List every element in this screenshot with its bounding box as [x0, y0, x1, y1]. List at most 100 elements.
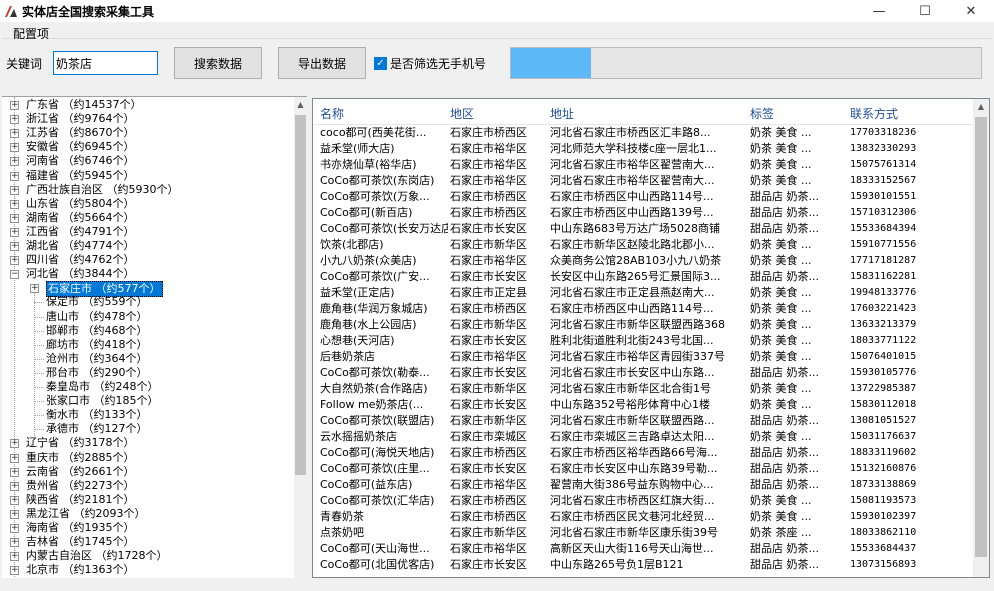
cell-region: 石家庄市桥西区 [450, 446, 527, 459]
expand-icon[interactable]: + [10, 199, 19, 209]
list-scroll-up-icon[interactable]: ▲ [973, 99, 989, 115]
results-list[interactable]: 名称 地区 地址 标签 联系方式 ▲ coco都可(西美花街... 石家庄市桥西区 河北省石… [312, 98, 990, 578]
cell-region: 石家庄市裕华区 [450, 174, 527, 187]
table-row[interactable]: 小九八奶茶(众美店) 石家庄市裕华区 众美商务公馆28AB103小九八奶茶 奶茶 美食… [313, 253, 973, 269]
filter-no-phone-checkbox[interactable]: ✓ 是否筛选无手机号 [374, 55, 486, 72]
checkbox-checked-icon[interactable]: ✓ [374, 57, 387, 70]
table-row[interactable]: 益禾堂(师大店) 石家庄市裕华区 河北师范大学科技楼c座一层北1... 奶茶 美食 .… [313, 141, 973, 157]
list-scrollbar[interactable]: ▲ [973, 99, 989, 577]
cell-name: CoCo都可茶饮(勒泰... [320, 366, 430, 379]
expand-icon[interactable]: + [10, 439, 19, 449]
cell-region: 石家庄市新华区 [450, 382, 527, 395]
table-row[interactable]: CoCo都可茶饮(万象... 石家庄市桥西区 石家庄市桥西区中山西路114号... 甜… [313, 189, 973, 205]
table-row[interactable]: CoCo都可(北国优客店) 石家庄市长安区 中山东路265号负1层B121 甜品店 奶… [313, 557, 973, 573]
table-row[interactable]: CoCo都可(益东店) 石家庄市裕华区 翟营南大街386号益东购物中心... 甜品店 … [313, 477, 973, 493]
table-row[interactable]: 点茶奶吧 石家庄市新华区 河北省石家庄市新华区康乐街39号 奶茶 茶座 ... 1803… [313, 525, 973, 541]
expand-icon[interactable]: + [10, 143, 19, 153]
expand-icon[interactable]: + [10, 242, 19, 251]
tree-connector [34, 316, 44, 318]
scroll-up-icon[interactable]: ▲ [294, 97, 307, 113]
table-row[interactable]: CoCo都可茶饮(勒泰... 石家庄市长安区 河北省石家庄市长安区中山东路... 甜品… [313, 365, 973, 381]
expand-icon[interactable]: + [10, 256, 19, 266]
table-row[interactable]: CoCo都可(新百店) 石家庄市桥西区 石家庄市桥西区中山西路139号... 甜品店 … [313, 205, 973, 221]
table-row[interactable]: Follow me奶茶店(... 石家庄市长安区 中山东路352号裕彤体育中心1楼 奶… [313, 397, 973, 413]
cell-region: 石家庄市裕华区 [450, 254, 527, 267]
cell-name: CoCo都可(天山海世... [320, 542, 430, 555]
cell-name: 饮茶(北郡店) [320, 238, 384, 251]
table-row[interactable]: CoCo都可茶饮(东岗店) 石家庄市裕华区 河北省石家庄市裕华区翟营南大... 奶茶 … [313, 173, 973, 189]
table-row[interactable]: 饮茶(北郡店) 石家庄市新华区 石家庄市新华区赵陵北路北郡小... 奶茶 美食 ...… [313, 237, 973, 253]
keyword-input[interactable] [53, 51, 158, 75]
column-header-region[interactable]: 地区 [450, 105, 474, 122]
expand-icon[interactable]: + [30, 284, 39, 294]
expand-icon[interactable]: + [10, 538, 19, 548]
expand-icon[interactable]: + [10, 213, 19, 223]
cell-tags: 奶茶 美食 ... [750, 510, 812, 523]
expand-icon[interactable]: + [10, 552, 19, 562]
cell-tags: 奶茶 美食 ... [750, 286, 812, 299]
table-row[interactable]: CoCo都可(天山海世... 石家庄市裕华区 高新区天山大街116号天山海世... 甜… [313, 541, 973, 557]
expand-icon[interactable]: + [10, 566, 19, 576]
table-row[interactable]: 鹿角巷(华润万象城店) 石家庄市桥西区 石家庄市桥西区中山西路114号... 奶茶 美… [313, 301, 973, 317]
cell-contact: 19948133776 [850, 287, 917, 298]
table-row[interactable]: CoCo都可茶饮(长安万达店) 石家庄市长安区 中山东路683号万达广场5028商铺… [313, 221, 973, 237]
cell-address: 石家庄市桥西区裕华西路66号海... [550, 446, 718, 459]
minimize-button[interactable]: — [856, 0, 902, 22]
maximize-button[interactable]: ☐ [902, 0, 948, 22]
expand-icon[interactable]: + [10, 481, 19, 491]
cell-address: 中山东路352号裕彤体育中心1楼 [550, 398, 710, 411]
table-row[interactable]: 益禾堂(正定店) 石家庄市正定县 河北省石家庄市正定县燕赵南大... 奶茶 美食 ..… [313, 285, 973, 301]
expand-icon[interactable]: + [10, 171, 19, 181]
cell-region: 石家庄市长安区 [450, 270, 527, 283]
column-header-contact[interactable]: 联系方式 [850, 105, 898, 122]
cell-address: 河北省石家庄市裕华区翟营南大... [550, 158, 715, 171]
expand-icon[interactable]: + [10, 101, 19, 110]
column-header-name[interactable]: 名称 [320, 105, 344, 122]
close-button[interactable]: ✕ [948, 0, 994, 22]
tree-node-label: 贵州省 （约2273个） [26, 478, 135, 492]
table-row[interactable]: CoCo都可茶饮(汇华店) 石家庄市桥西区 河北省石家庄市桥西区红旗大街... 奶茶 … [313, 493, 973, 509]
cell-contact: 15930101551 [850, 191, 917, 202]
cell-name: CoCo都可茶饮(广安... [320, 270, 430, 283]
table-row[interactable]: CoCo都可(海悦天地店) 石家庄市桥西区 石家庄市桥西区裕华西路66号海... 甜品… [313, 445, 973, 461]
table-row[interactable]: 书亦烧仙草(裕华店) 石家庄市裕华区 河北省石家庄市裕华区翟营南大... 奶茶 美食 … [313, 157, 973, 173]
cell-contact: 18033862110 [850, 527, 917, 538]
expand-icon[interactable]: + [10, 185, 19, 195]
table-row[interactable]: 鹿角巷(水上公园店) 石家庄市新华区 河北省石家庄市新华区联盟西路368 奶茶 美食 … [313, 317, 973, 333]
cell-contact: 15075761314 [850, 159, 917, 170]
expand-icon[interactable]: + [10, 227, 19, 237]
expand-icon[interactable]: + [10, 453, 19, 463]
table-row[interactable]: 青春奶茶 石家庄市桥西区 石家庄市桥西区民文巷河北经贸... 奶茶 美食 ... 159… [313, 509, 973, 525]
region-tree[interactable]: ▲ + 广东省 （约14537个） + 浙江省 （约9764个） + 江苏省 （约8670… [2, 96, 307, 578]
expand-icon[interactable]: + [10, 115, 19, 125]
cell-region: 石家庄市长安区 [450, 366, 527, 379]
tree-node-label: 辽宁省 （约3178个） [26, 436, 135, 450]
export-data-button[interactable]: 导出数据 [278, 47, 366, 79]
search-data-button[interactable]: 搜索数据 [174, 47, 262, 79]
collapse-icon[interactable]: − [10, 270, 19, 280]
table-row[interactable]: coco都可(西美花街... 石家庄市桥西区 河北省石家庄市桥西区汇丰路8... 奶茶… [313, 125, 973, 141]
table-row[interactable]: 后巷奶茶店 石家庄市裕华区 河北省石家庄市裕华区青园街337号 奶茶 美食 ... 15… [313, 349, 973, 365]
cell-address: 石家庄市桥西区中山西路114号... [550, 302, 714, 315]
table-row[interactable]: 云水摇摇奶茶店 石家庄市栾城区 石家庄市栾城区三吉路卓达太阳... 奶茶 美食 ...… [313, 429, 973, 445]
table-row[interactable]: 心想巷(天河店) 石家庄市长安区 胜利北街道胜利北街243号北国... 奶茶 美食 .… [313, 333, 973, 349]
keyword-label: 关键词 [6, 57, 43, 71]
cell-region: 石家庄市桥西区 [450, 190, 527, 203]
table-row[interactable]: CoCo都可茶饮(广安... 石家庄市长安区 长安区中山东路265号汇景国际3...… [313, 269, 973, 285]
column-header-tags[interactable]: 标签 [750, 105, 774, 122]
table-row[interactable]: CoCo都可茶饮(联盟店) 石家庄市新华区 河北省石家庄市新华区联盟西路... 甜品店… [313, 413, 973, 429]
expand-icon[interactable]: + [10, 509, 19, 519]
expand-icon[interactable]: + [10, 129, 19, 139]
table-row[interactable]: CoCo都可茶饮(庄里... 石家庄市长安区 石家庄市长安区中山东路39号勒... 甜… [313, 461, 973, 477]
tree-scrollbar[interactable]: ▲ [294, 97, 307, 578]
cell-contact: 15930102397 [850, 511, 917, 522]
expand-icon[interactable]: + [10, 495, 19, 505]
table-row[interactable]: 大自然奶茶(合作路店) 石家庄市新华区 河北省石家庄市新华区北合街1号 奶茶 美食 .… [313, 381, 973, 397]
list-scroll-thumb[interactable] [975, 117, 987, 557]
expand-icon[interactable]: + [10, 157, 19, 167]
cell-contact: 15132160876 [850, 463, 917, 474]
expand-icon[interactable]: + [10, 524, 19, 533]
column-header-address[interactable]: 地址 [550, 105, 574, 122]
tree-scroll-thumb[interactable] [295, 115, 306, 475]
expand-icon[interactable]: + [10, 467, 19, 477]
